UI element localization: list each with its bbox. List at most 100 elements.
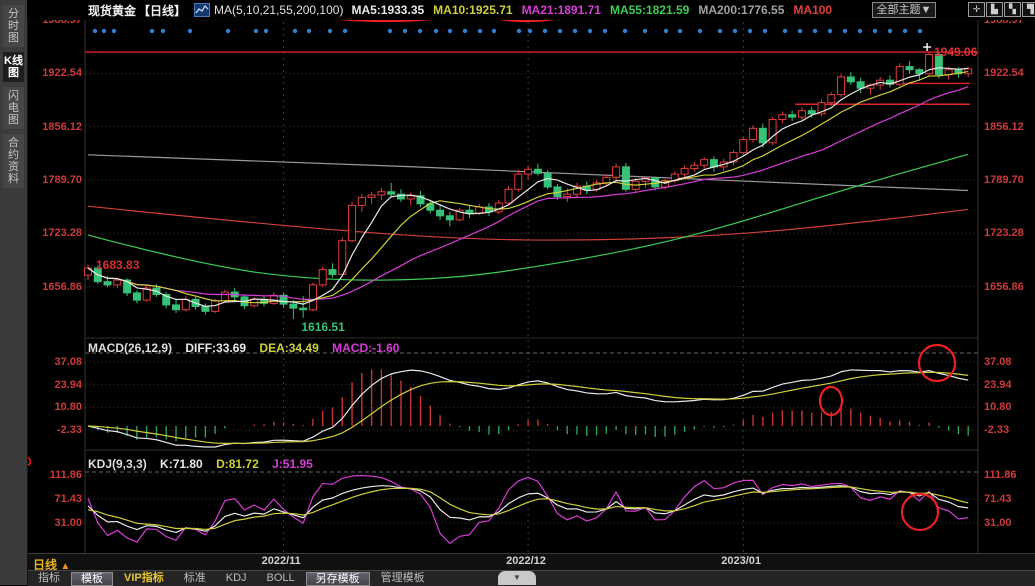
event-dot [543,29,547,33]
event-dot [858,29,862,33]
annotation-circle [820,387,842,415]
event-dot [328,29,332,33]
event-dot [254,29,258,33]
event-dot [623,29,627,33]
panel-next-icon[interactable]: ▚ [1004,2,1021,17]
event-dot [93,29,97,33]
event-dot [161,29,165,33]
ma-values: MA5:1933.35MA10:1925.71MA21:1891.71MA55:… [351,3,841,17]
event-dot [888,29,892,33]
panel-layout-icon[interactable]: ▙ [986,2,1003,17]
event-dot [643,29,647,33]
event-dot [698,29,702,33]
collapse-handle[interactable]: ▼ [498,571,536,585]
event-dot [813,29,817,33]
kdj-k-value: K:71.80 [160,457,203,471]
ma-value-5: MA100 [793,3,832,17]
price-axis-label: 1922.54 [30,67,82,79]
kdj-axis-label: 31.00 [984,517,1012,529]
panel-flag-icon[interactable]: ▜ [1022,2,1035,17]
macd-axis-label: 37.08 [984,356,1012,368]
macd-axis-label: 10.80 [984,401,1012,413]
macd-axis-label: 37.08 [30,356,82,368]
event-dot [264,29,268,33]
top-bar: 现货黄金 【日线】 MA(5,10,21,55,200,100) MA5:193… [27,0,1035,20]
bottom-tab-3[interactable]: 标准 [175,572,215,585]
bottom-tab-6[interactable]: 另存模板 [306,572,370,586]
event-dot [748,29,752,33]
event-dot [873,29,877,33]
event-dot [678,29,682,33]
event-dot [418,29,422,33]
ma-value-1: MA10:1925.71 [433,3,512,17]
event-dot [828,29,832,33]
kdj-axis-label: 71.43 [984,493,1012,505]
event-dot [448,29,452,33]
chart-thumbnail-icon [194,3,210,17]
symbol-name: 现货黄金 [88,2,136,19]
price-axis-label: 1856.12 [984,121,1024,133]
price-axis-label: 1656.86 [984,281,1024,293]
chart-canvas[interactable]: 1683.83 1616.51 1949.06 [0,0,1035,585]
price-axis-label: 1856.12 [30,121,82,133]
crosshair-icon[interactable]: ✛ [968,2,985,17]
ma-value-3: MA55:1821.59 [610,3,689,17]
event-dot [188,29,192,33]
kdj-axis-label: 111.86 [30,469,82,481]
bottom-tab-7[interactable]: 管理模板 [372,572,434,585]
price-axis-label: 1922.54 [984,67,1024,79]
kdj-j-value: J:51.95 [272,457,313,471]
event-dot [843,29,847,33]
high-price-label: 1949.06 [934,45,978,59]
event-dot [733,29,737,33]
event-dot [588,29,592,33]
macd-axis-label: 10.80 [30,401,82,413]
event-dot [492,29,496,33]
bottom-tab-0[interactable]: 指标 [29,572,69,585]
kdj-d-value: D:81.72 [216,457,259,471]
macd-axis-label: -2.33 [984,424,1009,436]
event-dot [102,29,106,33]
sidebar-item-contract-info[interactable]: 合约资料 [3,134,24,188]
kdj-header: KDJ(9,3,3) K:71.80 D:81.72 J:51.95 [88,457,323,471]
sidebar-item-timeshare[interactable]: 分时图 [3,5,24,47]
event-dot [918,29,922,33]
macd-macd-value: MACD:-1.60 [332,341,399,355]
event-dot [434,29,438,33]
kdj-axis-label: 31.00 [30,517,82,529]
left-sidebar: 分时图 K线图 闪电图 合约资料 [0,0,28,585]
macd-axis-label: 23.94 [30,379,82,391]
theme-dropdown-button[interactable]: 全部主题▼ [872,2,936,18]
sidebar-item-kline[interactable]: K线图 [3,52,24,82]
price-axis-label: 1789.70 [984,174,1024,186]
macd-axis-label: 23.94 [984,379,1012,391]
sidebar-item-lightning[interactable]: 闪电图 [3,87,24,129]
event-dot [307,29,311,33]
price-axis-label: 1656.86 [30,281,82,293]
bottom-tab-5[interactable]: BOLL [258,572,304,585]
bottom-tab-1[interactable]: 模板 [71,572,113,586]
event-dot [403,29,407,33]
bottom-tab-4[interactable]: KDJ [217,572,256,585]
period-tag: 【日线】 [138,2,186,19]
event-dot [517,29,521,33]
event-dot [463,29,467,33]
macd-dea-value: DEA:34.49 [259,341,318,355]
low-price-label: 1616.51 [301,320,345,334]
event-dot [603,29,607,33]
macd-diff-value: DIFF:33.69 [185,341,246,355]
event-dot [903,29,907,33]
ma-settings-label: MA(5,10,21,55,200,100) [214,3,343,17]
event-dot [763,29,767,33]
event-dot [798,29,802,33]
bottom-tab-2[interactable]: VIP指标 [115,572,173,585]
left-high-price-label: 1683.83 [96,258,140,272]
event-dot [664,29,668,33]
ma-value-2: MA21:1891.71 [522,3,601,17]
macd-header: MACD(26,12,9) DIFF:33.69 DEA:34.49 MACD:… [88,341,409,355]
price-axis-label: 1723.28 [984,227,1024,239]
annotation-circle [919,345,955,381]
macd-axis-label: -2.33 [30,424,82,436]
event-dot [343,29,347,33]
event-dot [226,29,230,33]
